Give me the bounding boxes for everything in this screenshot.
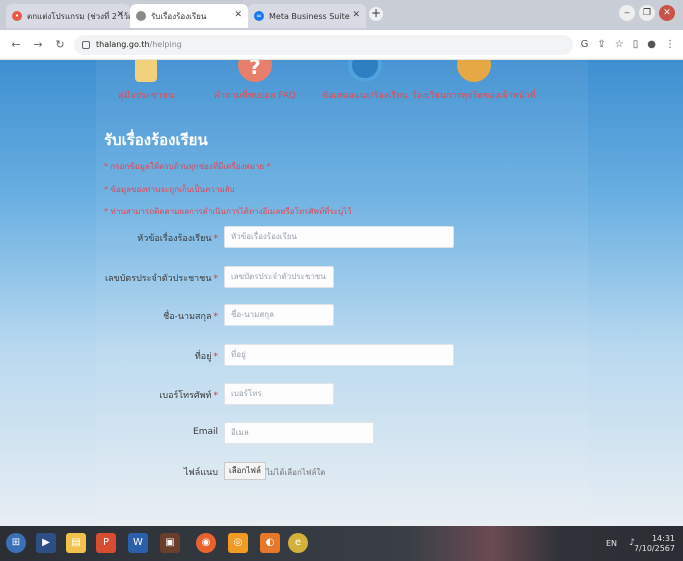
field-label: ไฟล์แนบ	[183, 468, 218, 478]
sidebar-icon[interactable]: ▯	[633, 39, 639, 50]
form-row-phone: เบอร์โทรศัพท์ * เบอร์โทร	[0, 383, 683, 405]
back-icon[interactable]: ←	[8, 38, 24, 51]
phone-input[interactable]: เบอร์โทร	[224, 383, 334, 405]
clock-date: 7/10/2567	[633, 544, 675, 553]
new-tab-button[interactable]: +	[369, 7, 383, 21]
browser-tab-strip: • ตกแต่งโปรแกรม (ช่วงที่ 2 ไว้เก็บ) ✕ รั…	[0, 0, 683, 30]
field-label: Email	[193, 427, 218, 437]
form-row-address: ที่อยู่ * ที่อยู่	[0, 344, 683, 366]
browser-toolbar: G ⇪ ☆ ▯ ● ⋮	[581, 39, 675, 50]
taskbar: ⊞ ▶ ▤ P W ▣ ◉ ◎ ◐ e EN ♪ 14:31 7/10/2567	[0, 526, 683, 561]
quicklink-manual[interactable]: คู่มือประชาชน	[118, 60, 174, 102]
subject-input[interactable]: หัวข้อเรื่องร้องเรียน	[224, 226, 454, 248]
chat-icon	[347, 60, 382, 82]
form-row-idcard: เลขบัตรประจำตัวประชาชน * เลขบัตรประจำตัวป…	[0, 266, 683, 288]
powerpoint-icon[interactable]: P	[96, 533, 116, 553]
quicklink-faq[interactable]: ? คำถามที่พบบ่อย FAQ	[214, 60, 296, 102]
tab-title: Meta Business Suite	[269, 11, 350, 21]
field-label: ที่อยู่ *	[194, 352, 218, 362]
person-icon	[456, 60, 491, 82]
question-icon: ?	[237, 60, 272, 82]
url-field[interactable]: thalang.go.th/helping	[74, 34, 573, 55]
tab-title: รับเรื่องร้องเรียน	[151, 11, 207, 21]
kt-icon: •	[12, 11, 22, 21]
firefox-icon[interactable]: ◉	[196, 533, 216, 553]
choose-file-button[interactable]: เลือกไฟล์	[224, 462, 266, 480]
address-input[interactable]: ที่อยู่	[224, 344, 454, 366]
share-icon[interactable]: ⇪	[597, 39, 605, 50]
language-indicator[interactable]: EN	[606, 539, 617, 548]
form-note: * กรอกข้อมูลให้ครบถ้วนทุกช่องที่มีเครื่อ…	[104, 162, 271, 171]
url-host: thalang.go.th	[96, 40, 150, 49]
tab-kt[interactable]: • ตกแต่งโปรแกรม (ช่วงที่ 2 ไว้เก็บ) ✕	[6, 4, 130, 28]
form-note: * ข้อมูลของท่านจะถูกเก็บเป็นความลับ	[104, 185, 235, 194]
quicklink-label: ข้อเสนอแนะ/ร้องเรียน	[322, 91, 408, 101]
close-tab-icon[interactable]: ✕	[116, 10, 124, 20]
maximize-button[interactable]: ❐	[639, 5, 655, 21]
close-tab-icon[interactable]: ✕	[234, 10, 242, 20]
page-title: รับเรื่องร้องเรียน	[104, 131, 208, 149]
form-row-subject: หัวข้อเรื่องร้องเรียน * หัวข้อเรื่องร้องเ…	[0, 226, 683, 248]
close-tab-icon[interactable]: ✕	[352, 10, 360, 20]
quicklink-label: คำถามที่พบบ่อย FAQ	[214, 91, 296, 101]
field-label: เบอร์โทรศัพท์ *	[159, 391, 218, 401]
system-clock[interactable]: 14:31 7/10/2567	[634, 534, 675, 554]
quicklink-label: ร้องเรียนการทุจริตของเจ้าหน้าที่	[412, 91, 536, 101]
minimize-button[interactable]: ‒	[619, 5, 635, 21]
reload-icon[interactable]: ↻	[52, 38, 68, 51]
chrome-icon[interactable]: ◎	[228, 533, 248, 553]
word-icon[interactable]: W	[128, 533, 148, 553]
edge-icon[interactable]: e	[288, 533, 308, 553]
tab-complaint[interactable]: รับเรื่องร้องเรียน ✕	[130, 4, 248, 28]
start-icon[interactable]: ⊞	[6, 533, 26, 553]
google-icon[interactable]: G	[581, 39, 589, 50]
file-explorer-icon[interactable]: ▤	[66, 533, 86, 553]
document-icon	[135, 60, 158, 82]
form-note: * ท่านสามารถติดตามผลการดำเนินการได้ทางอี…	[104, 207, 352, 216]
form-row-attachment: ไฟล์แนบ เลือกไฟล์ ไม่ได้เลือกไฟล์ใด	[0, 460, 683, 482]
app-icon[interactable]: ▣	[160, 533, 180, 553]
browser-app-icon[interactable]: ◐	[260, 533, 280, 553]
email-input[interactable]: อีเมล	[224, 422, 374, 444]
form-row-email: Email อีเมล	[0, 422, 683, 444]
page-icon	[136, 11, 146, 21]
name-input[interactable]: ชื่อ-นามสกุล	[224, 304, 334, 326]
quicklink-label: คู่มือประชาชน	[118, 91, 175, 101]
quicklink-corruption[interactable]: ร้องเรียนการทุจริตของเจ้าหน้าที่	[412, 60, 536, 102]
tab-title: ตกแต่งโปรแกรม (ช่วงที่ 2 ไว้เก็บ)	[27, 11, 130, 21]
quicklink-suggestion[interactable]: ข้อเสนอแนะ/ร้องเรียน	[322, 60, 407, 102]
address-bar-row: ← → ↻ thalang.go.th/helping G ⇪ ☆ ▯ ● ⋮	[0, 30, 683, 60]
meta-icon: ∞	[254, 11, 264, 21]
url-path: /helping	[149, 40, 182, 49]
clock-time: 14:31	[651, 534, 675, 543]
form-row-name: ชื่อ-นามสกุล * ชื่อ-นามสกุล	[0, 304, 683, 326]
close-window-button[interactable]: ✕	[659, 5, 675, 21]
field-label: เลขบัตรประจำตัวประชาชน *	[104, 274, 218, 284]
bookmark-star-icon[interactable]: ☆	[615, 39, 624, 50]
window-controls: ‒ ❐ ✕	[619, 5, 675, 21]
media-app-icon[interactable]: ▶	[36, 533, 56, 553]
menu-icon[interactable]: ⋮	[665, 39, 675, 50]
quick-links: คู่มือประชาชน ? คำถามที่พบบ่อย FAQ ข้อเส…	[0, 60, 683, 116]
tab-meta[interactable]: ∞ Meta Business Suite ✕	[248, 4, 366, 28]
page-viewport: คู่มือประชาชน ? คำถามที่พบบ่อย FAQ ข้อเส…	[0, 60, 683, 526]
id-card-input[interactable]: เลขบัตรประจำตัวประชาชน	[224, 266, 334, 288]
file-status: ไม่ได้เลือกไฟล์ใด	[266, 468, 326, 477]
forward-icon[interactable]: →	[30, 38, 46, 51]
field-label: หัวข้อเรื่องร้องเรียน *	[137, 234, 218, 244]
field-label: ชื่อ-นามสกุล *	[163, 312, 218, 322]
profile-icon[interactable]: ●	[647, 39, 656, 50]
lock-icon	[82, 40, 90, 49]
